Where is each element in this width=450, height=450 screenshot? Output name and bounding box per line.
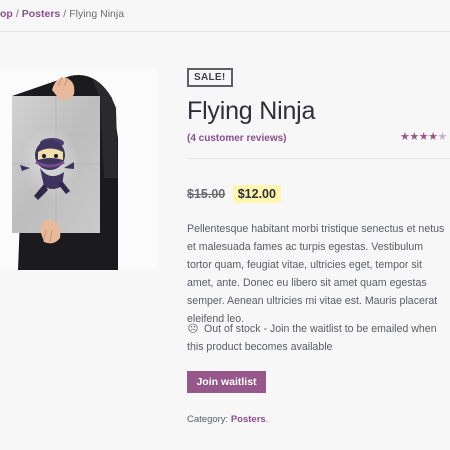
breadcrumb-separator: / <box>15 8 19 20</box>
category-period: . <box>265 414 269 425</box>
breadcrumb: op / Posters / Flying Ninja <box>0 8 124 20</box>
join-waitlist-button[interactable]: Join waitlist <box>187 371 266 393</box>
star-rating: ★★★★★ <box>400 130 447 143</box>
section-divider <box>187 158 450 159</box>
price: $15.00 $12.00 <box>187 185 281 203</box>
header-divider <box>0 31 450 32</box>
category-posters-link[interactable]: Posters <box>231 414 266 425</box>
breadcrumb-posters-link[interactable]: Posters <box>22 8 61 20</box>
product-category: Category: Posters. <box>187 414 268 425</box>
breadcrumb-separator: / <box>63 8 67 20</box>
category-label: Category: <box>187 414 229 425</box>
product-title: Flying Ninja <box>187 97 316 125</box>
star-icon: ★ <box>437 131 447 143</box>
customer-reviews-link[interactable]: (4 customer reviews) <box>187 133 287 144</box>
sale-price: $12.00 <box>232 185 281 203</box>
stock-status-text: Out of stock - Join the waitlist to be e… <box>187 323 437 353</box>
star-icon: ★★★★ <box>400 131 438 143</box>
sale-badge: SALE! <box>187 68 233 87</box>
product-image[interactable] <box>0 68 158 270</box>
breadcrumb-current: Flying Ninja <box>69 8 125 20</box>
breadcrumb-shop-link[interactable]: op <box>0 8 13 20</box>
original-price: $15.00 <box>187 187 226 201</box>
product-description: Pellentesque habitant morbi tristique se… <box>187 223 445 325</box>
stock-status: ☹ Out of stock - Join the waitlist to be … <box>187 320 445 356</box>
sad-face-icon: ☹ <box>187 323 199 335</box>
